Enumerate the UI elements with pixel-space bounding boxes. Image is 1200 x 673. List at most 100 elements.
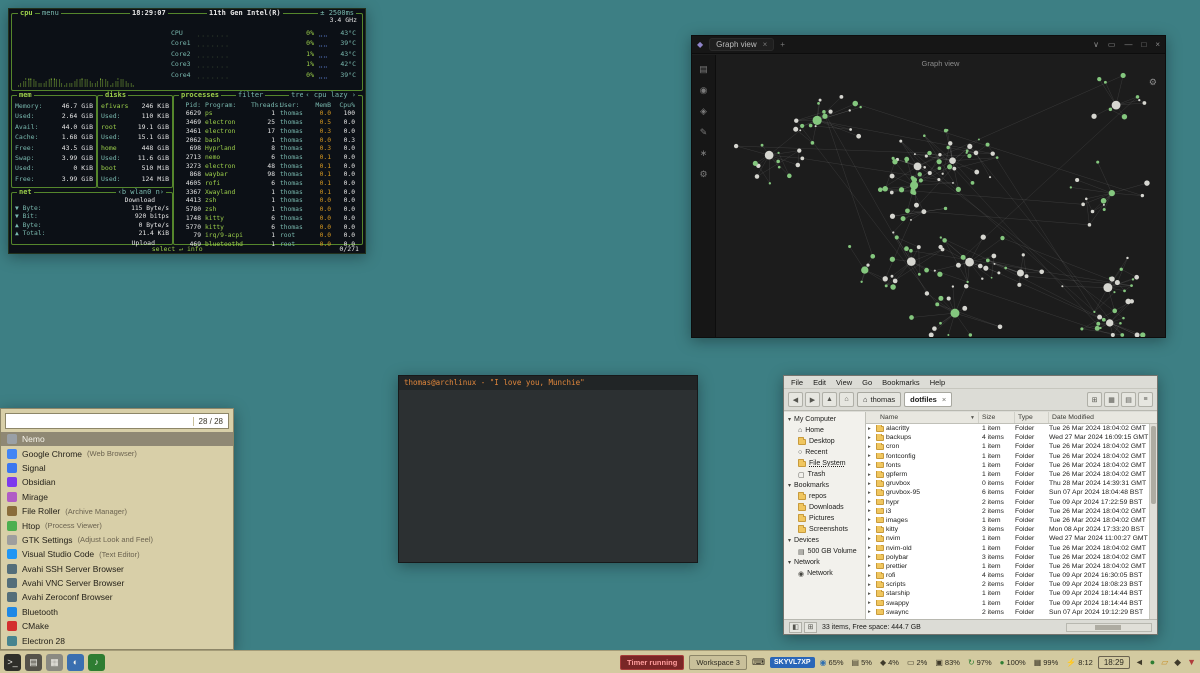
- graph-node[interactable]: [860, 281, 862, 283]
- graph-node[interactable]: [1061, 285, 1063, 287]
- graph-node[interactable]: [992, 254, 997, 259]
- graph-node[interactable]: [947, 164, 952, 169]
- directory-tree-toggle-icon[interactable]: ⊞: [804, 622, 817, 633]
- music-launcher[interactable]: ♪: [88, 654, 105, 671]
- graph-node[interactable]: [761, 144, 764, 147]
- expander-icon[interactable]: ▸: [868, 444, 874, 450]
- scrollbar-thumb[interactable]: [1095, 625, 1121, 630]
- sidebar-item-500-gb-volume[interactable]: ▤500 GB Volume: [784, 546, 865, 557]
- scrollbar-thumb[interactable]: [1151, 426, 1156, 504]
- graph-node[interactable]: [994, 263, 996, 265]
- graph-node[interactable]: [815, 125, 817, 127]
- canvas-icon[interactable]: ◈: [700, 106, 707, 117]
- fm-horizontal-scrollbar[interactable]: [1066, 623, 1152, 632]
- expander-icon[interactable]: ▸: [868, 462, 874, 468]
- fm-vertical-scrollbar[interactable]: [1149, 424, 1157, 619]
- graph-node[interactable]: [949, 157, 956, 164]
- graph-node[interactable]: [1025, 274, 1029, 278]
- process-row[interactable]: 79irq/9-acpi1root0.00.0: [174, 232, 362, 241]
- process-row[interactable]: 4413zsh1thomas0.00.0: [174, 197, 362, 206]
- graph-node[interactable]: [917, 245, 921, 249]
- menu-button[interactable]: menu: [40, 9, 61, 17]
- sidebar-item-home[interactable]: ⌂Home: [784, 425, 865, 436]
- graph-node[interactable]: [776, 160, 780, 164]
- maximize-icon[interactable]: □: [1141, 40, 1146, 49]
- graph-node[interactable]: [1000, 236, 1004, 240]
- graph-node[interactable]: [923, 134, 926, 137]
- menu-bookmarks[interactable]: Bookmarks: [882, 378, 920, 387]
- graph-node[interactable]: [948, 141, 952, 145]
- keyboard-layout-badge[interactable]: SKYVL7XP: [770, 657, 815, 668]
- app-item-avahi-vnc-server-browser[interactable]: Avahi VNC Server Browser: [1, 576, 233, 590]
- expander-icon[interactable]: ▸: [868, 435, 874, 441]
- graph-node[interactable]: [822, 110, 826, 114]
- expander-icon[interactable]: ▸: [868, 527, 874, 533]
- graph-node[interactable]: [793, 127, 798, 132]
- workspace-indicator[interactable]: Workspace 3: [689, 655, 747, 670]
- power-indicator[interactable]: ⚡8:12: [1066, 658, 1093, 667]
- layout-icon[interactable]: ▭: [1108, 40, 1116, 49]
- graph-node[interactable]: [952, 167, 956, 171]
- app-item-cmake[interactable]: CMake: [1, 619, 233, 633]
- file-row-images[interactable]: ▸images1 itemFolderTue 26 Mar 2024 18:04…: [866, 516, 1157, 525]
- graph-node[interactable]: [978, 138, 980, 140]
- graph-node[interactable]: [921, 209, 926, 214]
- expander-icon[interactable]: ▸: [868, 536, 874, 542]
- graph-node[interactable]: [817, 102, 820, 105]
- command-icon[interactable]: ∗: [700, 148, 708, 159]
- back-icon[interactable]: ◀: [788, 392, 803, 407]
- file-row-fonts[interactable]: ▸fonts1 itemFolderTue 26 Mar 2024 18:04:…: [866, 461, 1157, 470]
- graph-node[interactable]: [971, 181, 975, 185]
- graph-node[interactable]: [809, 124, 813, 128]
- col-threads[interactable]: Threads:: [251, 100, 275, 110]
- graph-node[interactable]: [981, 277, 983, 279]
- sidebar-item-desktop[interactable]: Desktop: [784, 436, 865, 447]
- graph-node[interactable]: [811, 141, 815, 145]
- expander-icon[interactable]: ▾: [788, 482, 791, 489]
- graph-node[interactable]: [777, 152, 779, 154]
- column-header-type[interactable]: Type: [1015, 412, 1049, 423]
- graph-node[interactable]: [891, 275, 894, 278]
- graph-node[interactable]: [964, 284, 968, 288]
- process-row[interactable]: 5780zsh1thomas0.00.0: [174, 206, 362, 215]
- chevron-down-icon[interactable]: ∨: [1093, 40, 1099, 49]
- graph-node[interactable]: [848, 245, 851, 248]
- graph-node[interactable]: [1113, 291, 1115, 293]
- graph-node[interactable]: [989, 176, 991, 178]
- graph-node[interactable]: [938, 153, 941, 156]
- graph-node[interactable]: [925, 291, 929, 295]
- process-row[interactable]: 3273electron48thomas0.10.0: [174, 163, 362, 172]
- thumbnail-view-icon[interactable]: ▦: [1104, 392, 1119, 407]
- timer-running-badge[interactable]: Timer running: [620, 655, 684, 670]
- process-row[interactable]: 2713nemo6thomas0.10.0: [174, 154, 362, 163]
- graph-node[interactable]: [909, 249, 913, 253]
- graph-node[interactable]: [828, 110, 832, 114]
- col-pid[interactable]: Pid:: [177, 100, 201, 110]
- mem-indicator[interactable]: ▤5%: [852, 658, 872, 667]
- graph-node[interactable]: [861, 266, 868, 273]
- graph-node[interactable]: [901, 216, 906, 221]
- graph-node[interactable]: [991, 277, 993, 279]
- file-row-fontconfig[interactable]: ▸fontconfig1 itemFolderTue 26 Mar 2024 1…: [866, 452, 1157, 461]
- graph-node[interactable]: [1111, 333, 1115, 337]
- app-item-gtk-settings[interactable]: GTK Settings(Adjust Look and Feel): [1, 533, 233, 547]
- graph-canvas[interactable]: Graph view ⚙: [716, 55, 1165, 337]
- graph-node[interactable]: [965, 258, 974, 267]
- expander-icon[interactable]: ▸: [868, 490, 874, 496]
- graph-node[interactable]: [1081, 203, 1085, 207]
- temp-indicator[interactable]: ◉65%: [820, 658, 844, 667]
- graph-node[interactable]: [899, 140, 902, 143]
- graph-node[interactable]: [1017, 269, 1024, 276]
- graph-node[interactable]: [1004, 267, 1007, 270]
- expander-icon[interactable]: ▸: [868, 563, 874, 569]
- graph-node[interactable]: [1104, 81, 1107, 84]
- graph-node[interactable]: [944, 207, 947, 210]
- graph-node[interactable]: [800, 157, 804, 161]
- graph-node[interactable]: [765, 151, 774, 160]
- graph-node[interactable]: [941, 248, 945, 252]
- graph-node[interactable]: [904, 157, 909, 162]
- app-item-visual-studio-code[interactable]: Visual Studio Code(Text Editor): [1, 547, 233, 561]
- app-item-google-chrome[interactable]: Google Chrome(Web Browser): [1, 446, 233, 460]
- graph-node[interactable]: [1075, 178, 1079, 182]
- network-interface[interactable]: ‹b wlan0 n›: [116, 188, 166, 196]
